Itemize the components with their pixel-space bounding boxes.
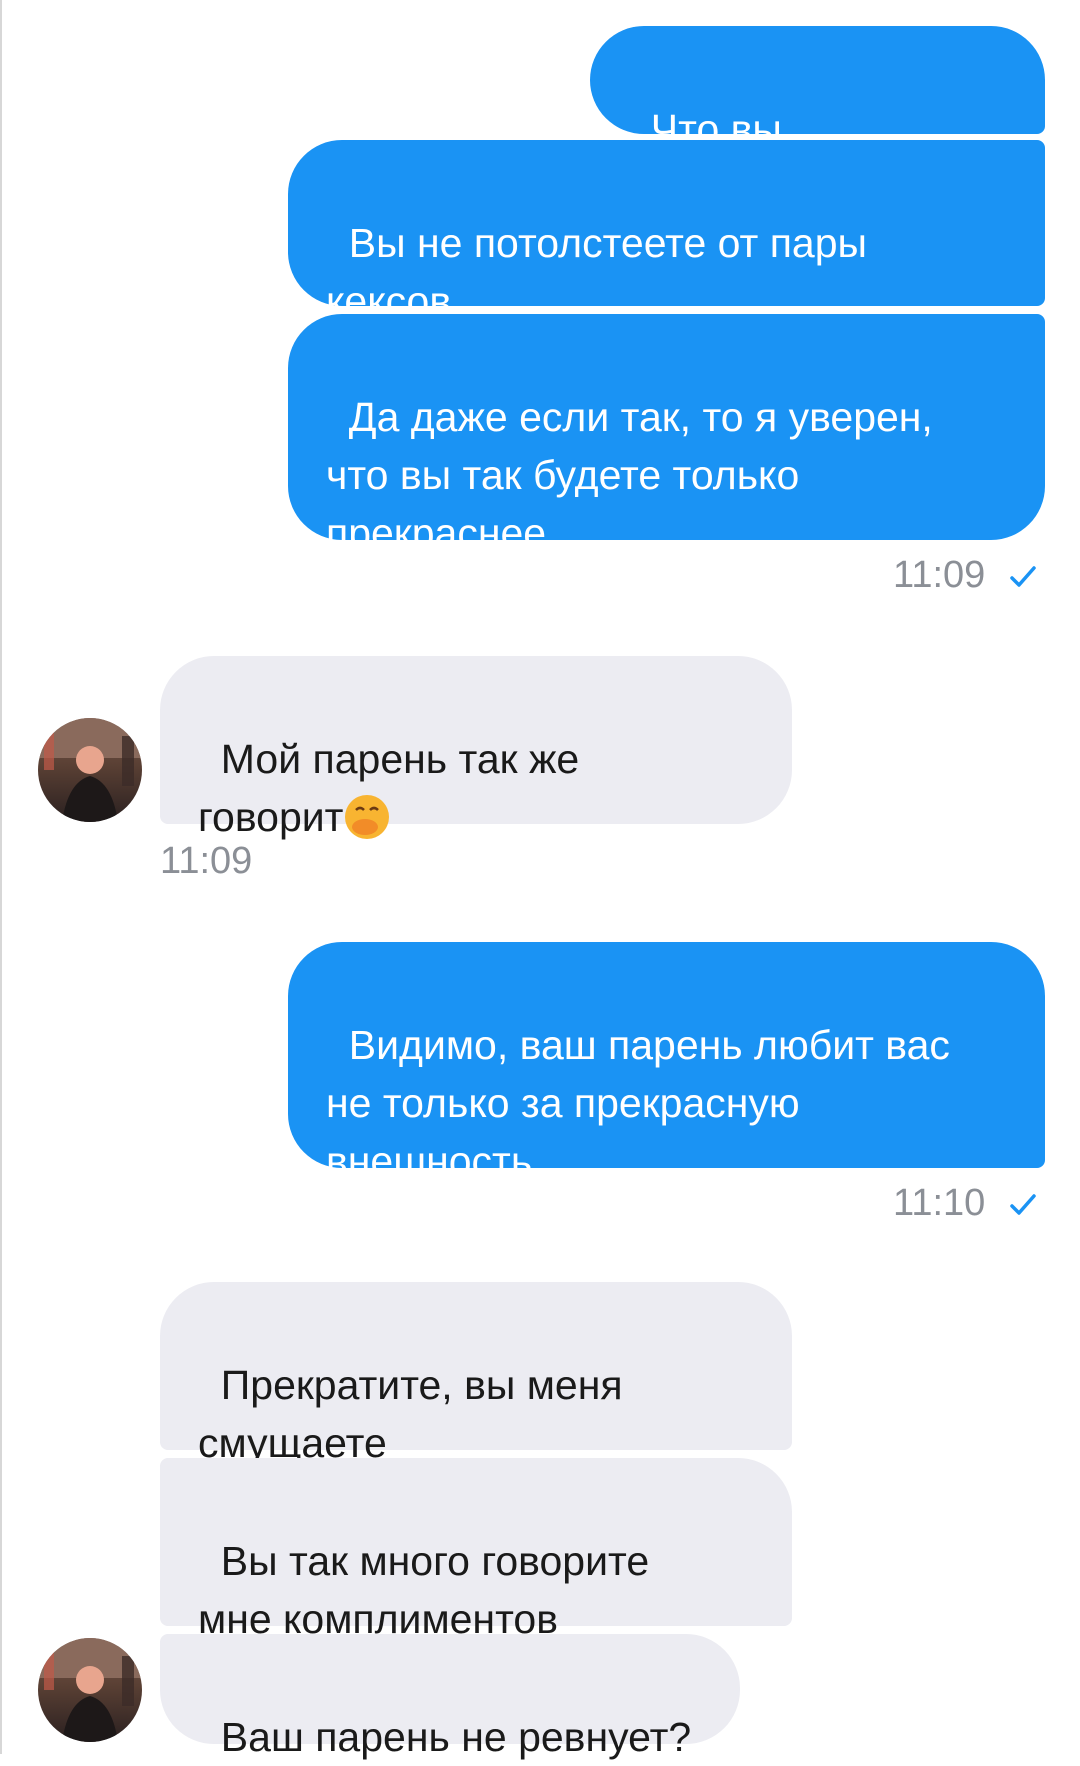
avatar-photo [38, 718, 142, 822]
message-text: Вы так много говорите мне комплиментов [198, 1538, 650, 1642]
incoming-message[interactable]: Ваш парень не ревнует? [160, 1634, 740, 1760]
message-text: Прекратите, вы меня смущаете [198, 1362, 623, 1466]
message-text: Видимо, ваш парень любит вас не только з… [326, 1022, 950, 1184]
outgoing-message[interactable]: Видимо, ваш парень любит вас не только з… [288, 942, 1045, 1184]
outgoing-message[interactable]: Да даже если так, то я уверен, что вы та… [288, 314, 1045, 556]
message-text: Вы не потолстеете от пары кексов [326, 220, 868, 324]
incoming-message[interactable]: Вы так много говорите мне комплиментов [160, 1458, 792, 1642]
outgoing-message[interactable]: Вы не потолстеете от пары кексов [288, 140, 1045, 324]
incoming-message[interactable]: Мой парень так же говорит [160, 656, 792, 840]
face-with-hand-over-mouth-emoji [345, 795, 390, 839]
outgoing-message[interactable]: Что вы [590, 26, 1045, 152]
incoming-message[interactable]: Прекратите, вы меня смущаете [160, 1282, 792, 1466]
message-timestamp: 11:10 [893, 1182, 986, 1224]
message-text: Да даже если так, то я уверен, что вы та… [326, 394, 933, 556]
left-frame-edge [0, 0, 2, 1754]
message-timestamp: 11:09 [893, 554, 986, 596]
check-icon [1010, 566, 1036, 587]
message-text: Ваш парень не ревнует? [220, 1714, 692, 1760]
message-timestamp: 11:09 [160, 840, 253, 882]
contact-avatar[interactable] [38, 1638, 142, 1742]
avatar-photo [38, 1638, 142, 1742]
check-icon [1010, 1194, 1036, 1215]
contact-avatar[interactable] [38, 718, 142, 822]
